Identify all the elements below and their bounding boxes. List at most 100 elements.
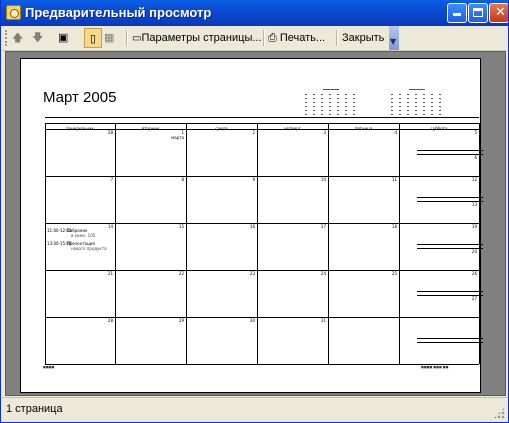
mini-day bbox=[337, 114, 339, 115]
mini-day bbox=[337, 98, 339, 99]
mini-day bbox=[415, 102, 417, 103]
mini-day bbox=[423, 106, 425, 107]
day-number: 3 bbox=[323, 130, 326, 135]
event-subtitle: нового продукта bbox=[71, 246, 107, 251]
day-number: 2 bbox=[252, 130, 255, 135]
maximize-button[interactable] bbox=[468, 3, 488, 23]
day-number: 1 марта bbox=[171, 130, 184, 140]
mini-day bbox=[321, 102, 323, 103]
mini-day bbox=[439, 106, 441, 107]
mini-day bbox=[431, 102, 433, 103]
page-up-button[interactable]: 🡅 bbox=[12, 28, 30, 48]
close-label: Закрыть bbox=[342, 32, 385, 44]
multiple-pages-icon: ▦ bbox=[104, 32, 115, 44]
toolbar-separator bbox=[126, 30, 128, 46]
day-number: 28 bbox=[107, 130, 113, 135]
actual-size-icon: ▣ bbox=[58, 32, 69, 44]
mini-day bbox=[399, 98, 401, 99]
column-line bbox=[328, 123, 329, 364]
day-number: 4 bbox=[394, 130, 397, 135]
mini-day bbox=[345, 110, 347, 111]
day-number: 22 bbox=[178, 271, 184, 276]
sunday-number: 27 bbox=[471, 296, 477, 301]
close-button[interactable]: Закрыть bbox=[342, 28, 384, 48]
mini-day bbox=[305, 98, 307, 99]
day-number: 31 bbox=[320, 318, 326, 323]
weekday-header: суббота bbox=[430, 126, 448, 131]
mini-day bbox=[415, 110, 417, 111]
day-number: 14 bbox=[107, 224, 113, 229]
day-number: 11 bbox=[391, 177, 397, 182]
mini-month-title bbox=[323, 89, 339, 90]
preview-area[interactable]: Март 2005 понедельник вторник среда четверг… bbox=[5, 51, 506, 396]
mini-day bbox=[329, 110, 331, 111]
day-number: 30 bbox=[249, 318, 255, 323]
toolbar-separator bbox=[263, 30, 265, 46]
mini-day bbox=[415, 98, 417, 99]
weekend-split-line bbox=[417, 244, 483, 245]
mini-day bbox=[321, 94, 323, 95]
mini-day bbox=[313, 94, 315, 95]
mini-day bbox=[391, 98, 393, 99]
minimize-button[interactable] bbox=[447, 3, 467, 23]
mini-day bbox=[337, 102, 339, 103]
weekend-split-line bbox=[417, 150, 483, 151]
header-top-line bbox=[45, 117, 479, 118]
mini-day bbox=[391, 94, 393, 95]
mini-day bbox=[415, 114, 417, 115]
one-page-button[interactable]: ▯ bbox=[84, 28, 102, 48]
mini-day bbox=[407, 114, 409, 115]
day-number: 24 bbox=[320, 271, 326, 276]
one-page-icon: ▯ bbox=[89, 33, 97, 45]
page-down-button[interactable]: 🡇 bbox=[32, 28, 50, 48]
column-line bbox=[115, 123, 116, 364]
column-line bbox=[257, 123, 258, 364]
multiple-pages-button[interactable]: ▦ bbox=[104, 28, 122, 48]
title-bar[interactable]: Предварительный просмотр ✕ bbox=[1, 0, 508, 26]
weekday-header: пятница bbox=[354, 126, 373, 131]
mini-day bbox=[329, 102, 331, 103]
page-up-icon: 🡅 bbox=[12, 32, 24, 44]
mini-day bbox=[399, 94, 401, 95]
chevron-down-icon: ▼ bbox=[390, 37, 397, 46]
print-button[interactable]: ⎙ Печать... bbox=[268, 28, 325, 48]
mini-day bbox=[423, 94, 425, 95]
day-number: 19 bbox=[471, 224, 477, 229]
mini-day bbox=[415, 106, 417, 107]
page-setup-button[interactable]: ▭Параметры страницы... bbox=[132, 28, 262, 48]
mini-day bbox=[313, 98, 315, 99]
resize-grip[interactable] bbox=[493, 407, 505, 419]
mini-day bbox=[439, 98, 441, 99]
mini-day bbox=[313, 110, 315, 111]
mini-day bbox=[391, 106, 393, 107]
toolbar-separator bbox=[336, 30, 338, 46]
maximize-icon bbox=[473, 8, 483, 17]
mini-day bbox=[391, 114, 393, 115]
month-title: Март 2005 bbox=[43, 89, 117, 106]
window-title: Предварительный просмотр bbox=[25, 5, 212, 20]
weekday-header: среда bbox=[215, 126, 228, 131]
day-number: 16 bbox=[249, 224, 255, 229]
mini-day bbox=[431, 106, 433, 107]
mini-day bbox=[313, 114, 315, 115]
mini-day bbox=[321, 114, 323, 115]
toolbar-grip[interactable] bbox=[5, 30, 10, 46]
mini-day bbox=[423, 110, 425, 111]
sunday-number: 6 bbox=[474, 155, 477, 160]
day-number: 23 bbox=[249, 271, 255, 276]
toolbar-overflow-button[interactable]: ▼ bbox=[389, 26, 399, 50]
mini-calendar-next bbox=[389, 89, 445, 117]
column-line bbox=[399, 123, 400, 364]
footer-right: ■■■■ ■■■ ■■ bbox=[421, 365, 449, 369]
mini-day bbox=[407, 94, 409, 95]
weekday-header: вторник bbox=[141, 126, 160, 131]
mini-day bbox=[353, 110, 355, 111]
day-number: 15 bbox=[178, 224, 184, 229]
actual-size-button[interactable]: ▣ bbox=[58, 28, 76, 48]
close-window-button[interactable]: ✕ bbox=[489, 3, 508, 23]
week-line bbox=[45, 364, 479, 365]
mini-day bbox=[329, 94, 331, 95]
print-preview-window: Предварительный просмотр ✕ 🡅 🡇 ▣ ▯ ▦ ▭Па… bbox=[0, 0, 509, 423]
mini-day bbox=[313, 102, 315, 103]
column-line bbox=[186, 123, 187, 364]
